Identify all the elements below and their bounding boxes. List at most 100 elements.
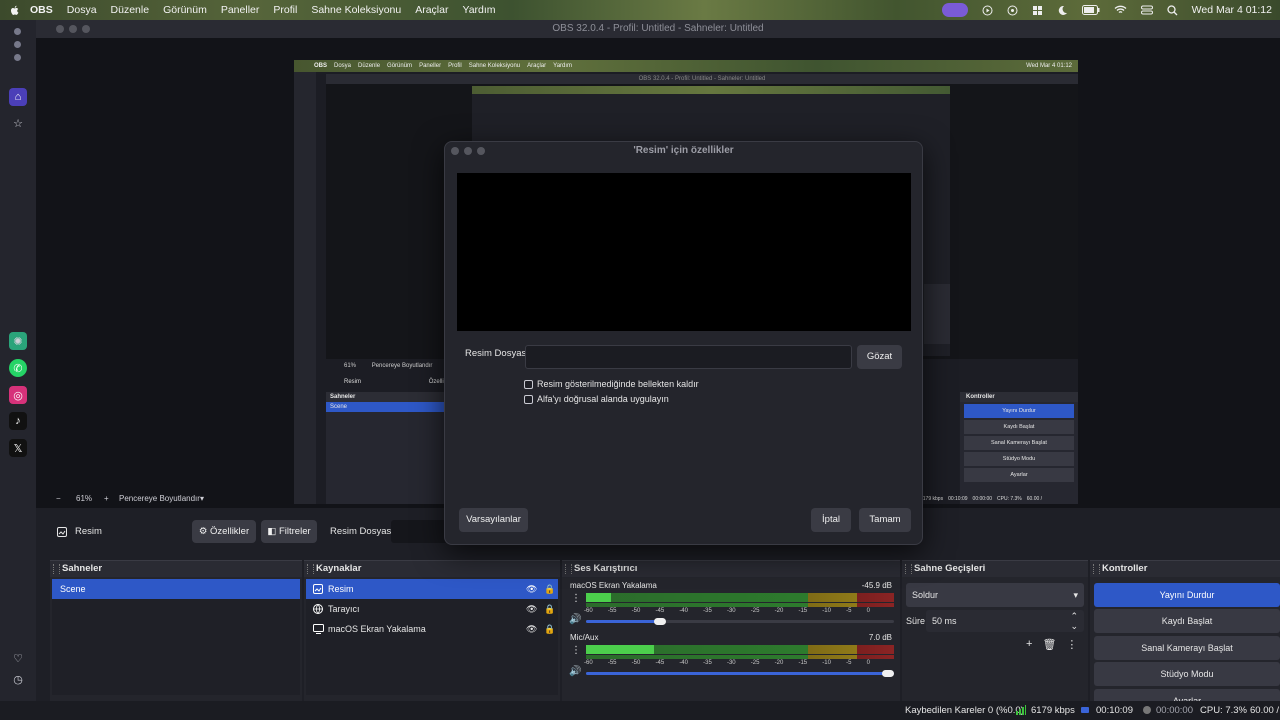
db-tick-label: -35 (703, 608, 712, 614)
instagram-icon[interactable]: ◎ (9, 386, 27, 404)
db-tick-label: -40 (679, 608, 688, 614)
image-icon (313, 584, 323, 594)
x-twitter-icon[interactable]: 𝕏 (9, 439, 27, 457)
source-item[interactable]: Resim 👁 🔒 (306, 579, 558, 599)
db-tick-label: -5 (846, 608, 852, 614)
heart-icon[interactable]: ♡ (9, 649, 27, 667)
menu-tools[interactable]: Araçlar (415, 4, 448, 16)
close-window-button[interactable] (56, 25, 64, 33)
nested-menu-item: Düzenle (358, 63, 381, 69)
start-recording-button[interactable]: Kaydı Başlat (1094, 609, 1280, 633)
db-tick-label: 0 (866, 608, 870, 614)
volume-knob[interactable] (882, 670, 894, 677)
channel-menu-icon[interactable]: ⋮ (571, 645, 581, 656)
window-titlebar: OBS 32.0.4 - Profil: Untitled - Sahneler… (36, 20, 1280, 38)
properties-button[interactable]: ⚙ Özellikler (192, 520, 256, 543)
speaker-icon[interactable]: 🔊 (569, 614, 581, 625)
defaults-button[interactable]: Varsayılanlar (459, 508, 528, 532)
zoom-level: 61% (76, 494, 93, 503)
filters-button[interactable]: ◧ Filtreler (261, 520, 317, 543)
transition-type: Soldur (912, 590, 939, 600)
volume-slider[interactable] (586, 670, 894, 677)
nested-scenes-dock: Sahneler Scene (326, 392, 444, 504)
level-meter-r (586, 655, 894, 659)
menubar-app-name[interactable]: OBS (30, 4, 53, 16)
meter-track (586, 603, 894, 607)
wifi-icon[interactable] (1114, 5, 1127, 15)
visibility-eye-icon[interactable]: 👁 (526, 599, 537, 619)
db-tick-label: -20 (774, 608, 784, 614)
clock[interactable]: Wed Mar 4 01:12 (1192, 4, 1272, 16)
home-icon[interactable]: ⌂ (9, 88, 27, 106)
toolbar-file-field[interactable] (391, 520, 447, 543)
duration-spinbox[interactable]: 50 ms ⌃ ⌄ (926, 610, 1084, 632)
battery-icon[interactable] (1081, 5, 1100, 15)
menu-scene-collection[interactable]: Sahne Koleksiyonu (311, 4, 401, 16)
tiktok-icon[interactable]: ♪ (9, 412, 27, 430)
visibility-eye-icon[interactable]: 👁 (526, 619, 537, 639)
dialog-close-button[interactable] (451, 147, 459, 155)
linear-alpha-label[interactable]: Alfa'yı doğrusal alanda uygulayın (537, 394, 669, 404)
menu-file[interactable]: Dosya (67, 4, 97, 16)
transition-select[interactable]: Soldur ▾ (906, 583, 1084, 607)
dialog-zoom-button[interactable] (477, 147, 485, 155)
spin-down-icon[interactable]: ⌄ (1070, 615, 1078, 637)
menu-docks[interactable]: Paneller (221, 4, 260, 16)
ok-button[interactable]: Tamam (859, 508, 911, 532)
fit-dropdown-icon[interactable]: ▾ (200, 492, 204, 506)
lock-icon[interactable]: 🔒 (544, 599, 555, 619)
control-center-icon[interactable] (1140, 5, 1153, 15)
search-icon[interactable] (1166, 4, 1178, 16)
db-tick-label: -50 (631, 660, 641, 666)
lock-icon[interactable]: 🔒 (544, 619, 555, 639)
media-play-icon[interactable] (982, 5, 993, 16)
screen-share-badge-icon[interactable] (941, 3, 968, 17)
history-icon[interactable]: ◷ (9, 670, 27, 688)
transition-menu-icon[interactable]: ⋮ (1066, 638, 1077, 651)
zoom-out-button[interactable]: − (56, 492, 61, 506)
grid-icon[interactable] (1032, 5, 1043, 16)
source-item[interactable]: macOS Ekran Yakalama 👁 🔒 (306, 619, 558, 639)
menu-profile[interactable]: Profil (273, 4, 297, 16)
fit-to-window[interactable]: Pencereye Boyutlandır (119, 492, 200, 506)
remove-transition-icon[interactable]: 🗑 (1042, 638, 1056, 651)
image-file-input[interactable] (525, 345, 852, 369)
volume-slider[interactable] (586, 618, 894, 625)
dialog-minimize-button[interactable] (464, 147, 472, 155)
star-icon[interactable]: ☆ (9, 114, 27, 132)
nested-window-title: OBS 32.0.4 - Profil: Untitled - Sahneler… (638, 76, 766, 82)
unload-when-hidden-checkbox[interactable] (524, 380, 533, 389)
source-item[interactable]: Tarayıcı 👁 🔒 (306, 599, 558, 619)
speaker-icon[interactable]: 🔊 (569, 666, 581, 677)
moon-icon[interactable] (1057, 5, 1068, 16)
chatgpt-icon[interactable]: ✺ (9, 332, 27, 350)
zoom-in-button[interactable]: + (104, 492, 109, 506)
minimize-window-button[interactable] (69, 25, 77, 33)
zoom-window-button[interactable] (82, 25, 90, 33)
channel-menu-icon[interactable]: ⋮ (571, 593, 581, 604)
mixer-channel: Mic/Aux 7.0 dB ⋮ -60 -55 -50 -45 -40 -35 -30 -2… (562, 631, 900, 681)
add-transition-icon[interactable]: + (1026, 638, 1032, 651)
browse-button[interactable]: Gözat (857, 345, 902, 369)
whatsapp-icon[interactable]: ✆ (9, 359, 27, 377)
unload-when-hidden-label[interactable]: Resim gösterilmediğinde bellekten kaldır (537, 379, 699, 389)
lock-icon[interactable]: 🔒 (544, 579, 555, 599)
menu-edit[interactable]: Düzenle (111, 4, 150, 16)
nested-controls-dock: Kontroller Yayını Durdur Kaydı Başlat Sa… (960, 392, 1078, 504)
visibility-eye-icon[interactable]: 👁 (526, 579, 537, 599)
cancel-button[interactable]: İptal (811, 508, 851, 532)
signal-bars-icon (1016, 705, 1026, 715)
control-center-dot-icon[interactable] (1007, 5, 1018, 16)
file-label: Resim Dosyası (465, 348, 529, 359)
start-virtual-camera-button[interactable]: Sanal Kamerayı Başlat (1094, 636, 1280, 660)
scene-item[interactable]: Scene (52, 579, 300, 599)
apple-menu-icon[interactable] (10, 5, 20, 16)
db-tick-label: -60 (584, 660, 593, 666)
menu-view[interactable]: Görünüm (163, 4, 207, 16)
nested-source-name: Resim (344, 379, 362, 385)
volume-knob[interactable] (653, 618, 666, 625)
menu-help[interactable]: Yardım (462, 4, 495, 16)
studio-mode-button[interactable]: Stüdyo Modu (1094, 662, 1280, 686)
linear-alpha-checkbox[interactable] (524, 395, 533, 404)
stop-streaming-button[interactable]: Yayını Durdur (1094, 583, 1280, 607)
